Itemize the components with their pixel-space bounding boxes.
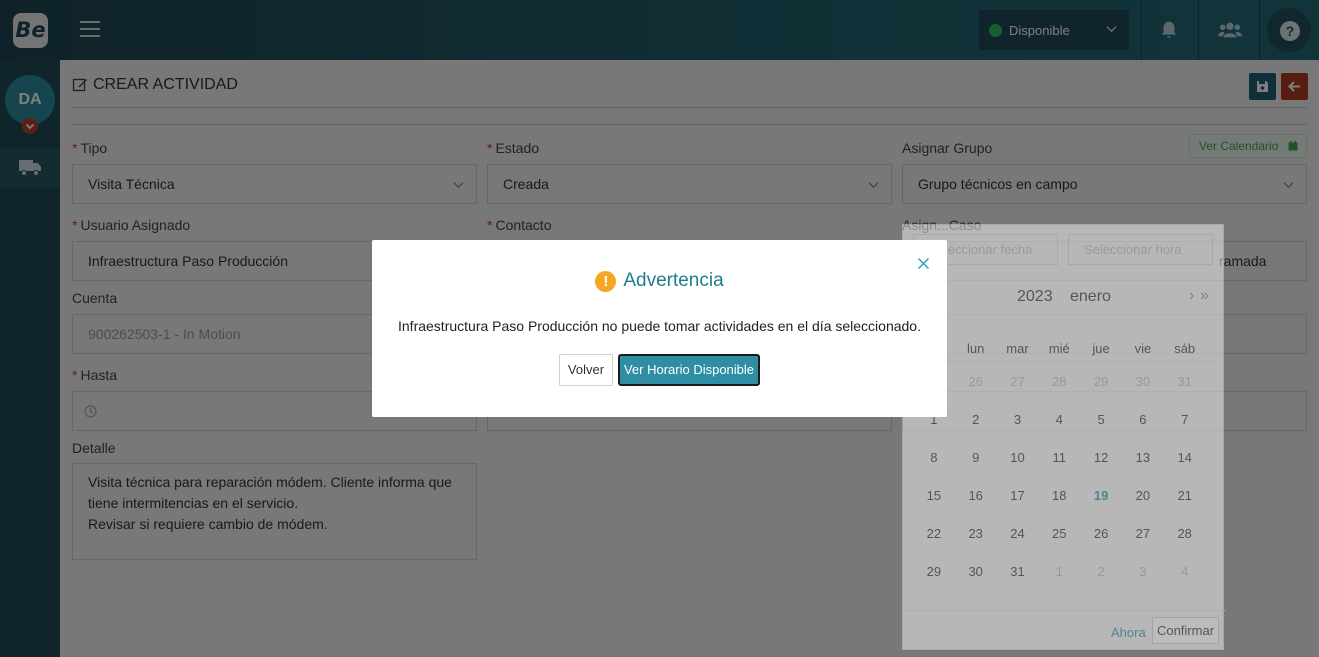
calendar-grid: domlunmarmiéjueviesáb 252627282930311234… [913,335,1213,590]
calendar-header: 2023 enero › » [903,282,1225,312]
calendar-day[interactable]: 28 [1164,526,1206,541]
calendar-day[interactable]: 14 [1164,450,1206,465]
calendar-year[interactable]: 2023 [1017,288,1053,306]
calendar-day[interactable]: 27 [1122,526,1164,541]
calendar-day[interactable]: 7 [1164,412,1206,427]
calendar-day[interactable]: 29 [913,564,955,579]
weekday-row: domlunmarmiéjueviesáb [913,335,1213,362]
calendar-day[interactable]: 3 [997,412,1039,427]
weekday-label: mié [1048,340,1070,356]
calendar-day[interactable]: 21 [1164,488,1206,503]
calendar-day[interactable]: 5 [1080,412,1122,427]
calendar-day[interactable]: 30 [1122,374,1164,389]
calendar-day[interactable]: 24 [997,526,1039,541]
calendar-day[interactable]: 30 [955,564,997,579]
calendar-week: 22 23 24 25 26 27 28 [913,514,1213,552]
calendar-day[interactable]: 20 [1122,488,1164,503]
calendar-day[interactable]: 28 [1038,374,1080,389]
modal-message: Infraestructura Paso Producción no puede… [398,318,921,334]
calendar-day[interactable]: 4 [1038,412,1080,427]
modal-title: ! Advertencia [372,270,947,292]
calendar-day[interactable]: 22 [913,526,955,541]
calendar-day[interactable]: 10 [997,450,1039,465]
calendar-week: 15 16 17 18 19 20 21 [913,476,1213,514]
weekday-label: mar [1006,340,1029,356]
calendar-day[interactable]: 26 [1080,526,1122,541]
warning-modal: ! Advertencia Infraestructura Paso Produ… [372,240,947,417]
calendar-month[interactable]: enero [1070,288,1111,306]
confirm-button[interactable]: Confirmar [1152,617,1219,644]
now-button[interactable]: Ahora [1111,625,1146,640]
calendar-day[interactable]: 17 [997,488,1039,503]
calendar-week: 8 9 10 11 12 13 14 [913,438,1213,476]
calendar-day[interactable]: 26 [955,374,997,389]
calendar-day[interactable]: 8 [913,450,955,465]
calendar-day[interactable]: 18 [1038,488,1080,503]
calendar-day[interactable]: 31 [1164,374,1206,389]
calendar-day[interactable]: 13 [1122,450,1164,465]
close-icon[interactable] [917,257,930,270]
calendar-week: 1234567 [913,400,1213,438]
calendar-day[interactable]: 3 [1122,564,1164,579]
next-month-button[interactable]: › [1189,287,1194,305]
calendar-day[interactable]: 6 [1122,412,1164,427]
calendar-day[interactable]: 23 [955,526,997,541]
weekday-label: jue [1092,340,1110,356]
calendar-day[interactable]: 29 [1080,374,1122,389]
calendar-day[interactable]: 31 [997,564,1039,579]
weekday-label: vie [1134,340,1152,356]
time-input[interactable]: Seleccionar hora [1068,234,1213,265]
calendar-day[interactable]: 9 [955,450,997,465]
weekday-label: sáb [1174,340,1196,356]
calendar-day[interactable]: 16 [955,488,997,503]
weekday-label: lun [967,340,985,356]
calendar-footer: Ahora Confirmar [903,610,1225,650]
calendar-day[interactable]: 27 [997,374,1039,389]
warning-icon: ! [595,270,617,292]
date-picker-popup: Seleccionar fecha Seleccionar hora 2023 … [902,224,1225,650]
calendar-day[interactable]: 11 [1038,450,1080,465]
calendar-day[interactable]: 25 [1038,526,1080,541]
volver-button[interactable]: Volver [559,354,613,386]
calendar-week: 29 30 31 1 2 3 4 [913,552,1213,590]
calendar-day[interactable]: 12 [1080,450,1122,465]
calendar-day[interactable]: 15 [913,488,955,503]
calendar-day[interactable]: 2 [1080,564,1122,579]
calendar-week: 25262728293031 [913,362,1213,400]
calendar-day[interactable]: 2 [955,412,997,427]
calendar-day[interactable]: 1 [1038,564,1080,579]
next-year-button[interactable]: » [1200,287,1209,305]
calendar-day[interactable]: 19 [1080,488,1122,503]
modal-title-text: Advertencia [623,270,724,291]
calendar-day[interactable]: 4 [1164,564,1206,579]
ver-horario-button[interactable]: Ver Horario Disponible [618,354,760,386]
